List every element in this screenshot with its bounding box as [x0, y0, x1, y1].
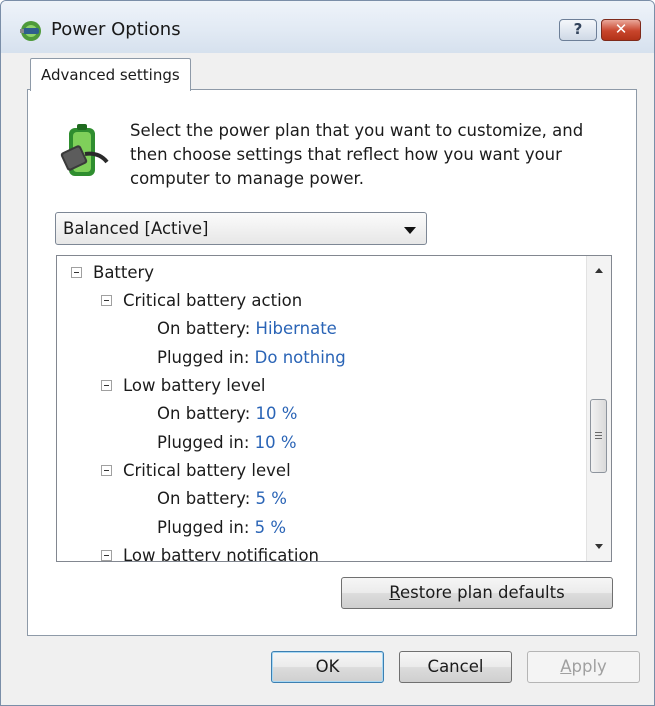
apply-button[interactable]: Apply [527, 651, 640, 683]
setting-value-link[interactable]: 10 % [255, 433, 297, 452]
button-label: estore plan defaults [400, 583, 565, 602]
help-button[interactable]: ? [559, 19, 597, 41]
mnemonic-letter: A [560, 657, 572, 676]
window-title: Power Options [51, 19, 181, 40]
setting-label: Plugged in: [157, 348, 250, 367]
node-label: Low battery level [123, 376, 266, 395]
dropdown-arrow-icon [404, 227, 416, 234]
battery-plug-icon [60, 124, 109, 176]
tree-node-battery[interactable]: Battery [71, 261, 154, 285]
tree-node-low-battery-notification[interactable]: Low battery notification [101, 544, 319, 562]
setting-plugged-in: Plugged in: Do nothing [157, 346, 346, 370]
close-button[interactable]: ✕ [601, 19, 641, 41]
setting-on-battery: On battery: 10 % [157, 402, 297, 426]
settings-tree[interactable]: Battery Critical battery action On batte… [56, 255, 612, 562]
tree-node-critical-battery-level[interactable]: Critical battery level [101, 459, 291, 483]
setting-plugged-in: Plugged in: 10 % [157, 431, 297, 455]
tab-advanced-settings[interactable]: Advanced settings [30, 58, 191, 91]
setting-label: On battery: [157, 404, 251, 423]
ok-button[interactable]: OK [271, 651, 384, 683]
setting-plugged-in: Plugged in: 5 % [157, 516, 286, 540]
setting-on-battery: On battery: 5 % [157, 487, 287, 511]
setting-value-link[interactable]: Do nothing [255, 348, 346, 367]
tree-node-low-battery-level[interactable]: Low battery level [101, 374, 265, 398]
restore-plan-defaults-button[interactable]: Restore plan defaults [341, 577, 613, 609]
mnemonic-letter: R [389, 583, 401, 602]
grip-icon [595, 432, 602, 433]
setting-label: Plugged in: [157, 433, 250, 452]
description-text: Select the power plan that you want to c… [130, 121, 584, 188]
node-label: Low battery notification [123, 546, 319, 562]
setting-value-link[interactable]: 5 % [256, 489, 287, 508]
setting-label: On battery: [157, 489, 251, 508]
node-label: Critical battery level [123, 461, 291, 480]
setting-label: On battery: [157, 319, 251, 338]
scrollbar-thumb[interactable] [590, 399, 607, 473]
title-bar[interactable]: Power Options ? ✕ [1, 1, 654, 53]
collapse-icon[interactable] [101, 295, 112, 306]
collapse-icon[interactable] [71, 267, 82, 278]
scroll-up-arrow-icon[interactable] [595, 268, 603, 273]
setting-value-link[interactable]: 5 % [255, 518, 286, 537]
node-label: Battery [93, 263, 155, 282]
scroll-down-arrow-icon[interactable] [595, 544, 603, 549]
button-label: pply [571, 657, 607, 676]
tree-node-critical-battery-action[interactable]: Critical battery action [101, 289, 302, 313]
setting-label: Plugged in: [157, 518, 250, 537]
collapse-icon[interactable] [101, 380, 112, 391]
power-options-icon [20, 21, 41, 41]
power-options-window: Power Options ? ✕ Advanced settings Sele… [0, 0, 655, 706]
expand-icon[interactable] [101, 550, 112, 561]
setting-on-battery: On battery: Hibernate [157, 317, 337, 341]
cancel-button[interactable]: Cancel [399, 651, 512, 683]
setting-value-link[interactable]: Hibernate [256, 319, 337, 338]
vertical-scrollbar[interactable] [586, 256, 611, 561]
collapse-icon[interactable] [101, 465, 112, 476]
node-label: Critical battery action [123, 291, 303, 310]
selected-plan: Balanced [Active] [63, 219, 209, 238]
setting-value-link[interactable]: 10 % [256, 404, 298, 423]
power-plan-dropdown[interactable]: Balanced [Active] [55, 212, 427, 245]
